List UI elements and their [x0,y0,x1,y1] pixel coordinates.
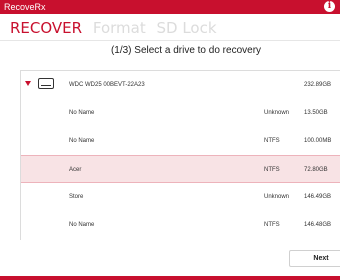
partition-name: No Name [69,222,95,228]
partition-filesystem: Unknown [264,110,290,116]
info-icon[interactable]: i [324,1,335,12]
title-bar: RecoveRx i [0,0,340,14]
partition-filesystem: Unknown [264,194,290,200]
partition-size: 72.80GB [304,167,328,173]
drive-size: 232.89GB [304,82,332,88]
step-title: (1/3) Select a drive to do recovery [110,45,262,56]
partition-row[interactable]: No Name NTFS 100.00MB [21,127,340,155]
partition-size: 13.50GB [304,110,328,116]
partition-name: No Name [69,110,95,116]
header-divider [0,40,340,41]
drive-name: WDC WD25 00BEVT-22A23 [69,82,145,88]
partition-filesystem: NTFS [264,138,280,144]
drive-row[interactable]: WDC WD25 00BEVT-22A23 232.89GB [21,71,340,99]
hard-drive-icon [38,78,54,89]
partition-size: 146.49GB [304,194,332,200]
partition-filesystem: NTFS [264,222,280,228]
tab-sd-lock[interactable]: SD Lock [157,19,217,37]
expand-triangle-icon[interactable] [25,81,31,86]
partition-row[interactable]: Store Unknown 146.49GB [21,183,340,211]
tab-format[interactable]: Format [93,19,146,37]
app-title: RecoveRx [4,2,46,12]
bottom-accent-bar [0,276,340,280]
partition-row[interactable]: No Name NTFS 146.48GB [21,211,340,239]
partition-size: 146.48GB [304,222,332,228]
next-button[interactable]: Next [289,250,340,267]
partition-row-selected[interactable]: Acer NTFS 72.80GB [21,155,340,183]
drive-list: WDC WD25 00BEVT-22A23 232.89GB No Name U… [20,70,340,240]
partition-filesystem: NTFS [264,167,280,173]
main-nav: RECOVER Format SD Lock [10,17,223,39]
partition-size: 100.00MB [304,138,332,144]
tab-recover[interactable]: RECOVER [10,19,82,37]
partition-row[interactable]: No Name Unknown 13.50GB [21,99,340,127]
partition-name: Store [69,194,84,200]
partition-name: No Name [69,138,95,144]
partition-name: Acer [69,167,82,173]
